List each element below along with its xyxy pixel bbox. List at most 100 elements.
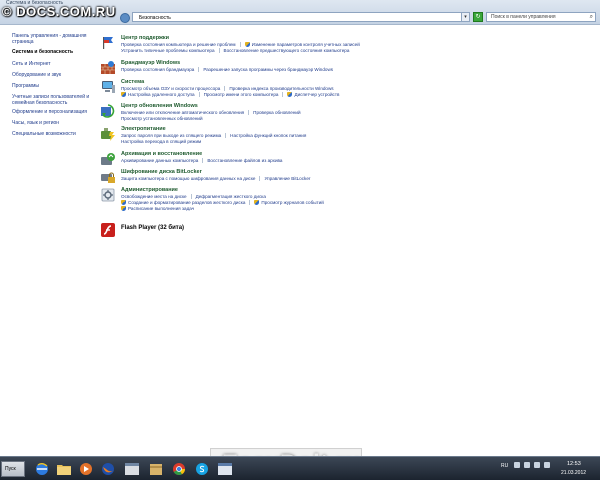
backup-icon <box>101 153 115 165</box>
category-link[interactable]: Разрешение запуска программы через бранд… <box>203 67 333 73</box>
category-title[interactable]: Центр поддержки <box>121 35 169 41</box>
refresh-button[interactable]: ↻ <box>473 12 483 22</box>
category-link[interactable]: Расписание выполнения задач <box>128 206 194 212</box>
language-indicator[interactable]: RU <box>501 463 508 469</box>
link-row: Настройка перехода в спящий режим <box>121 139 201 145</box>
uac-shield-icon <box>244 42 250 48</box>
category-title[interactable]: Администрирование <box>121 187 178 193</box>
link-separator <box>218 48 220 54</box>
skype-icon[interactable] <box>194 461 210 477</box>
uac-shield-icon <box>254 200 260 206</box>
flash-icon <box>101 223 115 237</box>
flag-icon <box>103 37 113 49</box>
link-row: Архивирование данных компьютера Восстанов… <box>121 158 282 164</box>
uac-shield-icon <box>121 206 126 212</box>
sidebar-item-hardware[interactable]: Оборудование и звук <box>12 72 92 78</box>
update-icon <box>101 104 115 118</box>
window-thumbnail-icon[interactable] <box>124 461 140 477</box>
category-link[interactable]: Архивирование данных компьютера <box>121 158 198 164</box>
link-separator <box>259 176 261 182</box>
link-row: Защита компьютера с помощью шифрования д… <box>121 176 310 182</box>
uac-shield-icon <box>121 200 126 206</box>
category-link[interactable]: Просмотр установленных обновлений <box>121 116 203 122</box>
category-title[interactable]: Брандмауэр Windows <box>121 60 180 66</box>
address-nav-icon[interactable] <box>120 13 130 23</box>
explorer-window-icon[interactable] <box>217 461 233 477</box>
taskbar: Пуск <box>0 456 600 480</box>
category-title[interactable]: Шифрование диска BitLocker <box>121 169 202 175</box>
main-content: Центр поддержки Проверка состояния компь… <box>100 25 590 435</box>
uac-shield-icon <box>287 92 293 98</box>
search-placeholder: Поиск в панели управления <box>491 14 556 20</box>
left-navigation: Панель управления - домашняя страница Си… <box>0 25 92 455</box>
link-separator <box>198 92 200 98</box>
window-titlebar: Система и безопасность © DOCS.COM.RU Без… <box>0 0 600 25</box>
watermark-top: © DOCS.COM.RU <box>2 4 116 19</box>
link-separator <box>239 42 241 48</box>
link-separator <box>225 133 227 139</box>
link-separator <box>198 67 200 73</box>
category-link[interactable]: Просмотр журналов событий <box>261 200 323 206</box>
category-link[interactable]: Проверка обновлений <box>253 110 300 116</box>
computer-icon <box>102 81 115 93</box>
category-title[interactable]: Электропитание <box>121 126 166 132</box>
category-title[interactable]: Flash Player (32 бита) <box>121 225 184 231</box>
uac-shield-icon <box>121 92 126 98</box>
flag-tray-icon[interactable] <box>544 462 550 468</box>
folder-icon[interactable] <box>56 461 72 477</box>
start-button[interactable]: Пуск <box>1 461 25 477</box>
link-separator <box>190 194 192 200</box>
category-link[interactable]: Восстановление предшествующего состояния… <box>224 48 350 54</box>
link-row: Просмотр установленных обновлений <box>121 116 203 122</box>
sidebar-item-appearance[interactable]: Оформление и персонализация <box>12 109 92 115</box>
tray-up-arrow-icon[interactable] <box>514 462 520 468</box>
clock-time[interactable]: 12:53 <box>567 461 581 467</box>
category-link[interactable]: Настройка удаленного доступа <box>128 92 195 98</box>
link-row: Расписание выполнения задач <box>121 206 194 212</box>
link-separator <box>224 86 226 92</box>
link-separator <box>282 92 284 98</box>
category-link[interactable]: Устранить типичные проблемы компьютера <box>121 48 215 54</box>
bitlocker-icon <box>101 172 115 183</box>
category-title[interactable]: Архивация и восстановление <box>121 151 202 157</box>
ie-icon[interactable] <box>34 461 50 477</box>
category-link[interactable]: Проверка состояния брандмауэра <box>121 67 194 73</box>
sidebar-item-programs[interactable]: Программы <box>12 83 92 89</box>
power-icon <box>101 128 115 141</box>
sidebar-item-accessibility[interactable]: Специальные возможности <box>12 131 92 137</box>
link-row: Устранить типичные проблемы компьютера Во… <box>121 48 349 54</box>
category-link[interactable]: Настройка перехода в спящий режим <box>121 139 201 145</box>
address-bar[interactable]: Безопасность <box>132 12 462 22</box>
address-dropdown-icon[interactable]: ▾ <box>462 12 470 22</box>
category-title[interactable]: Центр обновления Windows <box>121 103 198 109</box>
link-row: Проверка состояния брандмауэра Разрешение… <box>121 67 333 73</box>
link-separator <box>249 200 251 206</box>
media-player-icon[interactable] <box>78 461 94 477</box>
archive-icon[interactable] <box>148 461 164 477</box>
network-tray-icon[interactable] <box>524 462 530 468</box>
firefox-icon[interactable] <box>100 461 116 477</box>
search-icon[interactable]: ⌕ <box>590 13 593 22</box>
volume-tray-icon[interactable] <box>534 462 540 468</box>
category-title[interactable]: Система <box>121 79 144 85</box>
link-row: Настройка удаленного доступа Просмотр име… <box>121 92 339 98</box>
category-link[interactable]: Восстановление файлов из архива <box>207 158 282 164</box>
category-link[interactable]: Настройка функций кнопок питания <box>230 133 306 139</box>
firewall-icon <box>101 61 115 74</box>
admin-tools-icon <box>101 188 115 202</box>
link-separator <box>248 110 250 116</box>
category-link[interactable]: Диспетчер устройств <box>294 92 339 98</box>
category-link[interactable]: Управление BitLocker <box>264 176 310 182</box>
sidebar-item-network[interactable]: Сеть и Интернет <box>12 61 92 67</box>
sidebar-item-accounts[interactable]: Учетные записи пользователей и семейная … <box>12 94 92 106</box>
category-link[interactable]: Просмотр имени этого компьютера <box>204 92 279 98</box>
clock-date[interactable]: 21.03.2012 <box>561 470 586 476</box>
sidebar-item-home[interactable]: Панель управления - домашняя страница <box>12 33 92 45</box>
link-separator <box>202 158 204 164</box>
desktop-screen: Система и безопасность © DOCS.COM.RU Без… <box>0 0 600 480</box>
category-link[interactable]: Защита компьютера с помощью шифрования д… <box>121 176 255 182</box>
sidebar-item-system-security[interactable]: Система и безопасность <box>12 49 92 55</box>
sidebar-item-clock-region[interactable]: Часы, язык и регион <box>12 120 92 126</box>
search-input[interactable]: Поиск в панели управления ⌕ <box>486 12 596 22</box>
chrome-icon[interactable] <box>171 461 187 477</box>
